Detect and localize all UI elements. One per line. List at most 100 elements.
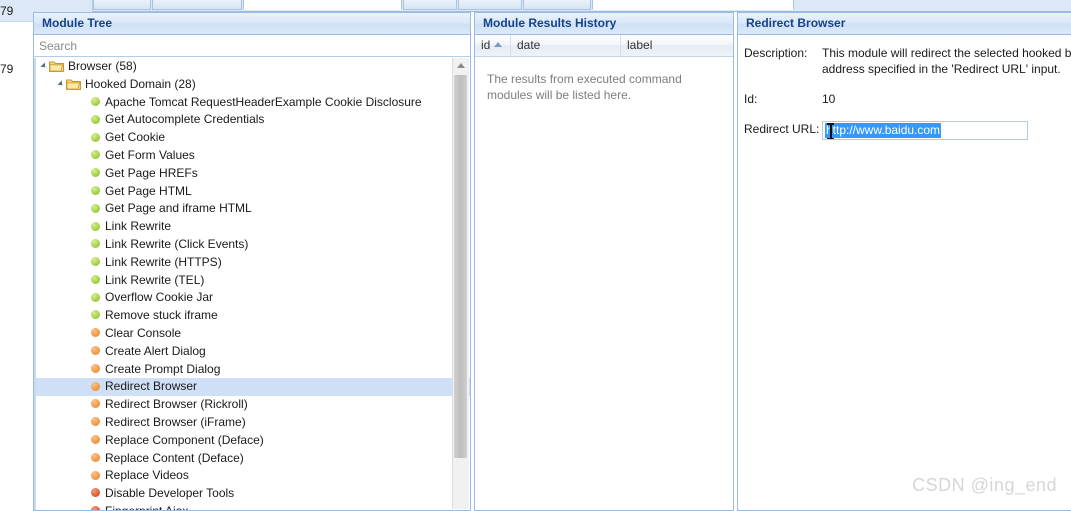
description-value: This module will redirect the selected h… — [822, 45, 1071, 77]
tree-module-node[interactable]: Get Page HREFs — [36, 165, 470, 183]
tree-node-label: Overflow Cookie Jar — [105, 290, 214, 305]
tree-module-node[interactable]: Link Rewrite (TEL) — [36, 272, 470, 290]
module-status-orange-icon — [91, 452, 100, 462]
tree-module-node[interactable]: Disable Developer Tools — [36, 485, 470, 503]
tab-fragment-6[interactable] — [592, 0, 794, 10]
module-results-history-body: id date label The results from executed co… — [475, 35, 733, 510]
tree-module-node[interactable]: Redirect Browser — [36, 378, 470, 397]
tab-fragment-3[interactable] — [403, 0, 457, 10]
tree-module-node[interactable]: Create Prompt Dialog — [36, 361, 470, 379]
tab-fragment-5[interactable] — [523, 0, 591, 10]
tree-node-label: Link Rewrite — [105, 219, 172, 234]
tree-module-node[interactable]: Get Autocomplete Credentials — [36, 111, 470, 129]
module-status-orange-icon — [91, 435, 100, 445]
module-status-green-icon — [91, 292, 100, 302]
description-row: Description: This module will redirect t… — [744, 45, 1071, 77]
results-column-label: label — [627, 38, 653, 52]
tree-module-node[interactable]: Get Form Values — [36, 147, 470, 165]
tree-module-node[interactable]: Redirect Browser (Rickroll) — [36, 396, 470, 414]
module-status-orange-icon — [91, 470, 100, 480]
tree-node-label: Link Rewrite (TEL) — [105, 272, 205, 287]
tree-node-label: Redirect Browser (iFrame) — [105, 414, 246, 429]
module-status-green-icon — [91, 257, 100, 267]
scrollbar-thumb[interactable] — [454, 75, 467, 458]
tree-module-node[interactable]: Replace Videos — [36, 467, 470, 485]
module-status-green-icon — [91, 221, 100, 231]
module-status-green-icon — [91, 274, 100, 284]
beef-module-screen: 79 79 Module Tree Browser (58) Hooked Doma… — [0, 0, 1071, 511]
tree-node-label: Replace Content (Deface) — [105, 450, 244, 465]
tab-fragment-0[interactable] — [93, 0, 151, 10]
results-empty-message: The results from executed command module… — [475, 57, 733, 103]
expand-collapse-icon[interactable] — [40, 62, 48, 70]
tree-node-label: Get Autocomplete Credentials — [105, 112, 265, 127]
redirect-url-value: http://www.baidu.com — [825, 123, 942, 138]
module-results-history-title: Module Results History — [475, 13, 733, 35]
tab-fragment-2[interactable] — [243, 0, 402, 10]
module-results-history-panel: Module Results History id date label The r… — [474, 12, 734, 511]
module-status-green-icon — [91, 114, 100, 124]
tree-node-label: Remove stuck iframe — [105, 308, 218, 323]
tree-node-label: Get Cookie — [105, 130, 166, 145]
tree-module-node[interactable]: Replace Content (Deface) — [36, 450, 470, 468]
tree-folder-node[interactable]: Hooked Domain (28) — [36, 76, 470, 94]
results-empty-line-2: modules will be listed here. — [487, 88, 632, 102]
tree-module-node[interactable]: Redirect Browser (iFrame) — [36, 414, 470, 432]
tree-node-label: Get Page HTML — [105, 183, 192, 198]
tree-node-label: Browser (58) — [68, 59, 137, 73]
tree-node-label: Get Page and iframe HTML — [105, 201, 252, 216]
tree-folder-node[interactable]: Browser (58) — [36, 58, 470, 76]
top-tab-strip[interactable] — [93, 0, 1071, 12]
results-column-header-date[interactable]: date — [511, 35, 621, 56]
module-status-green-icon — [91, 185, 100, 195]
search-input[interactable] — [34, 35, 470, 56]
tree-node-label: Link Rewrite (HTTPS) — [105, 254, 222, 269]
tree-module-node[interactable]: Get Page HTML — [36, 183, 470, 201]
results-column-header-label[interactable]: label — [621, 35, 713, 56]
tree-module-node[interactable]: Get Page and iframe HTML — [36, 200, 470, 218]
tree-module-node[interactable]: Get Cookie — [36, 129, 470, 147]
tree-node-label: Get Form Values — [105, 147, 195, 162]
tree-module-node[interactable]: Link Rewrite (Click Events) — [36, 236, 470, 254]
module-status-green-icon — [91, 150, 100, 160]
module-tree-scrollbar[interactable] — [452, 58, 469, 509]
tree-module-node[interactable]: Replace Component (Deface) — [36, 432, 470, 450]
tree-node-label: Get Page HREFs — [105, 165, 198, 180]
tab-fragment-1[interactable] — [152, 0, 242, 10]
sidebar-text-fragment-1: 79 — [0, 62, 14, 76]
tree-node-label: Hooked Domain (28) — [85, 76, 196, 91]
tree-module-node[interactable]: Link Rewrite — [36, 218, 470, 236]
sidebar-text-fragment-0: 79 — [0, 4, 14, 18]
tree-module-node[interactable]: Link Rewrite (HTTPS) — [36, 254, 470, 272]
module-status-orange-icon — [91, 381, 100, 391]
tree-module-node[interactable]: Clear Console — [36, 325, 470, 343]
tree-node-label: Create Prompt Dialog — [105, 361, 221, 376]
module-status-orange-icon — [91, 399, 100, 409]
redirect-url-label: Redirect URL: — [744, 122, 820, 136]
module-status-green-icon — [91, 239, 100, 249]
expand-collapse-icon[interactable] — [57, 80, 65, 88]
tree-module-node[interactable]: Remove stuck iframe — [36, 307, 470, 325]
redirect-url-input[interactable]: http://www.baidu.com — [822, 121, 1028, 140]
tree-module-node[interactable]: Fingerprint Ajax — [36, 503, 470, 510]
tree-module-node[interactable]: Create Alert Dialog — [36, 343, 470, 361]
module-status-red-icon — [91, 488, 100, 498]
tree-module-node[interactable]: Apache Tomcat RequestHeaderExample Cooki… — [36, 94, 470, 112]
results-column-header-id[interactable]: id — [475, 35, 511, 56]
module-status-green-icon — [91, 310, 100, 320]
tab-fragment-4[interactable] — [458, 0, 522, 10]
results-empty-line-1: The results from executed command — [487, 72, 682, 86]
module-status-green-icon — [91, 132, 100, 142]
watermark: CSDN @ing_end — [912, 475, 1057, 495]
redirect-browser-body: Description: This module will redirect t… — [738, 35, 1071, 510]
id-label: Id: — [744, 92, 758, 106]
module-tree-scroll-area[interactable]: Browser (58) Hooked Domain (28) Apache Tom… — [34, 58, 470, 510]
tree-node-label: Redirect Browser (Rickroll) — [105, 397, 248, 412]
id-value: 10 — [822, 92, 836, 106]
scroll-up-arrow-icon[interactable] — [457, 63, 465, 68]
tree-module-node[interactable]: Overflow Cookie Jar — [36, 289, 470, 307]
module-status-red-icon — [91, 506, 100, 510]
module-search-wrapper — [34, 35, 470, 57]
module-status-orange-icon — [91, 363, 100, 373]
id-row: Id: 10 — [744, 91, 1071, 107]
